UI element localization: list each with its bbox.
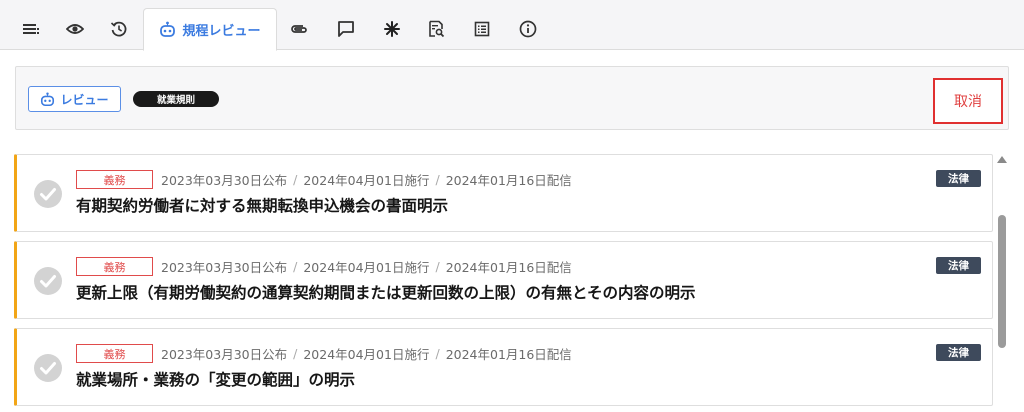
item-title: 就業場所・業務の「変更の範囲」の明示 [76, 371, 356, 389]
delivered-date: 2024年01月16日配信 [445, 347, 572, 362]
obligation-badge: 義務 [76, 170, 153, 189]
separator: / [435, 172, 440, 187]
scroll-up-arrow-icon[interactable] [997, 156, 1007, 163]
separator: / [435, 259, 440, 274]
scroll-thumb[interactable] [998, 215, 1006, 348]
tab-history[interactable] [102, 8, 136, 50]
published-date: 2023年03月30日公布 [161, 173, 288, 188]
cancel-button[interactable]: 取消 [933, 78, 1003, 124]
delivered-date: 2024年01月16日配信 [445, 260, 572, 275]
review-button-label: レビュー [60, 92, 109, 107]
separator: / [435, 346, 440, 361]
delivered-date: 2024年01月16日配信 [445, 173, 572, 188]
list-scrollbar[interactable] [995, 152, 1009, 412]
item-title: 有期契約労働者に対する無期転換申込機会の書面明示 [76, 197, 449, 215]
tab-comments[interactable] [329, 8, 363, 50]
history-icon [110, 21, 127, 37]
separator: / [293, 346, 298, 361]
robot-icon [160, 21, 176, 37]
category-badge: 法律 [936, 257, 981, 274]
asterisk-icon [384, 21, 400, 37]
published-date: 2023年03月30日公布 [161, 347, 288, 362]
list-icon [23, 24, 39, 34]
tab-attachments[interactable] [282, 8, 316, 50]
rule-chip: 就業規則 [133, 91, 219, 107]
item-meta: 2023年03月30日公布 / 2024年04月01日施行 / 2024年01月… [161, 257, 572, 276]
tab-regulation-review-label: 規程レビュー [182, 24, 261, 39]
robot-icon [41, 92, 55, 106]
eye-icon [66, 24, 84, 34]
item-meta: 2023年03月30日公布 / 2024年04月01日施行 / 2024年01月… [161, 344, 572, 363]
tab-view[interactable] [58, 8, 92, 50]
obligation-badge: 義務 [76, 344, 153, 363]
effective-date: 2024年04月01日施行 [303, 173, 430, 188]
document-search-icon [429, 20, 445, 38]
regulation-list: 義務 2023年03月30日公布 / 2024年04月01日施行 / 2024年… [0, 150, 1024, 412]
item-meta: 2023年03月30日公布 / 2024年04月01日施行 / 2024年01月… [161, 170, 572, 189]
table-icon [474, 21, 490, 37]
item-title: 更新上限（有期労働契約の通算契約期間または更新回数の上限）の有無とその内容の明示 [76, 284, 696, 302]
review-action-bar: レビュー 就業規則 取消 [15, 66, 1009, 130]
comment-icon [338, 21, 354, 37]
list-item[interactable]: 義務 2023年03月30日公布 / 2024年04月01日施行 / 2024年… [14, 241, 993, 319]
published-date: 2023年03月30日公布 [161, 260, 288, 275]
tab-info[interactable] [511, 8, 545, 50]
info-icon [519, 20, 537, 38]
separator: / [293, 172, 298, 187]
paperclip-icon [291, 25, 307, 33]
category-badge: 法律 [936, 344, 981, 361]
list-item[interactable]: 義務 2023年03月30日公布 / 2024年04月01日施行 / 2024年… [14, 328, 993, 406]
check-circle-icon[interactable] [33, 179, 63, 209]
effective-date: 2024年04月01日施行 [303, 260, 430, 275]
check-circle-icon[interactable] [33, 266, 63, 296]
separator: / [293, 259, 298, 274]
tab-table[interactable] [465, 8, 499, 50]
tab-document-search[interactable] [419, 8, 453, 50]
tab-bar: 規程レビュー [0, 0, 1024, 51]
tab-highlights[interactable] [375, 8, 409, 50]
list-item[interactable]: 義務 2023年03月30日公布 / 2024年04月01日施行 / 2024年… [14, 154, 993, 232]
obligation-badge: 義務 [76, 257, 153, 276]
tab-list[interactable] [14, 8, 48, 50]
tab-regulation-review[interactable]: 規程レビュー [143, 8, 277, 51]
effective-date: 2024年04月01日施行 [303, 347, 430, 362]
review-button[interactable]: レビュー [28, 86, 121, 112]
category-badge: 法律 [936, 170, 981, 187]
check-circle-icon[interactable] [33, 353, 63, 383]
